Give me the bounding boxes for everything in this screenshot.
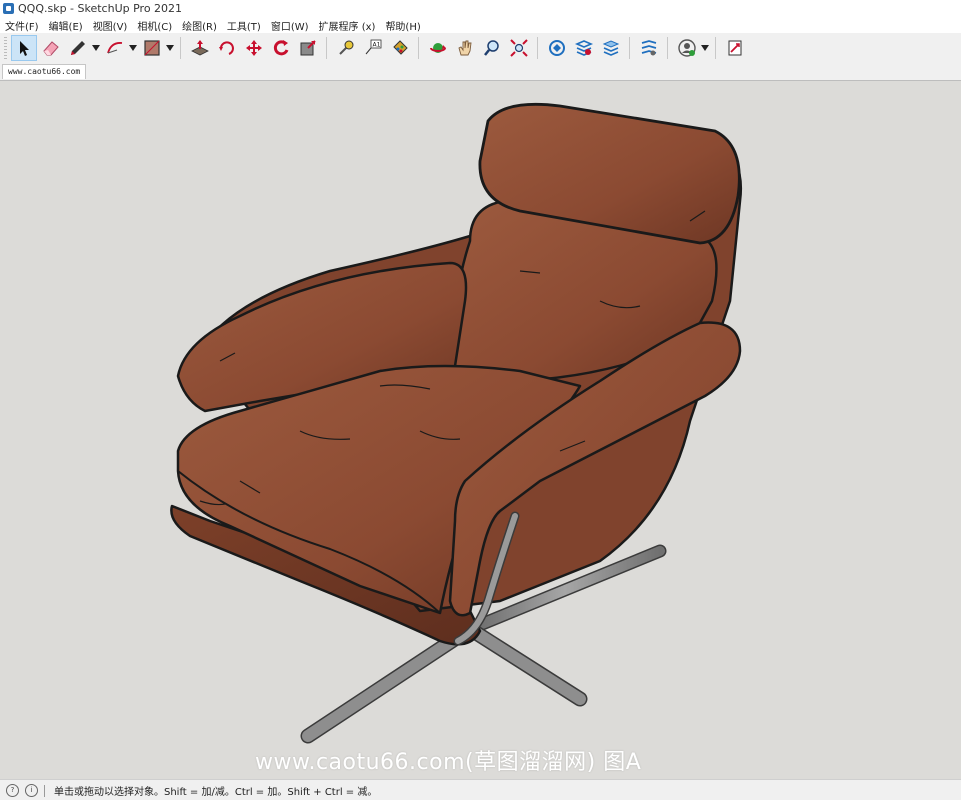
scene-tab-bar: www.caotu66.com bbox=[0, 62, 961, 79]
orbit-tool-button[interactable] bbox=[425, 35, 451, 61]
line-tool-button[interactable] bbox=[65, 35, 91, 61]
arc-tool-button[interactable] bbox=[102, 35, 128, 61]
follow-me-icon bbox=[273, 39, 288, 55]
push-pull-tool-button[interactable] bbox=[187, 35, 213, 61]
status-message: 单击或拖动以选择对象。Shift = 加/减。Ctrl = 加。Shift + … bbox=[54, 787, 378, 798]
toolbar-separator bbox=[537, 36, 538, 59]
warehouse-icon bbox=[548, 39, 565, 56]
menu-edit[interactable]: 编辑(E) bbox=[44, 18, 88, 33]
zoom-tool-button[interactable] bbox=[479, 35, 505, 61]
window-title: QQQ.skp - SketchUp Pro 2021 bbox=[18, 2, 183, 15]
send-to-layout-button[interactable] bbox=[722, 35, 748, 61]
svg-text:A1: A1 bbox=[372, 41, 380, 48]
status-separator bbox=[44, 784, 45, 797]
scale-tool-button[interactable] bbox=[295, 35, 321, 61]
sketchup-window: QQQ.skp - SketchUp Pro 2021 文件(F) 编辑(E) … bbox=[0, 0, 961, 800]
menu-extensions[interactable]: 扩展程序 (x) bbox=[314, 18, 381, 33]
rectangle-icon bbox=[143, 39, 160, 56]
line-tool-dropdown[interactable] bbox=[91, 35, 101, 61]
move-icon bbox=[245, 39, 262, 56]
menu-draw[interactable]: 绘图(R) bbox=[177, 18, 222, 33]
watermark-text: www.caotu66.com(草图溜溜网) 图A bbox=[255, 750, 642, 775]
toolbar-separator bbox=[418, 36, 419, 59]
extension-manager-icon bbox=[641, 39, 656, 55]
select-arrow-icon bbox=[19, 40, 29, 56]
toolbar-separator bbox=[715, 36, 716, 59]
menu-bar: 文件(F) 编辑(E) 视图(V) 相机(C) 绘图(R) 工具(T) 窗口(W… bbox=[0, 17, 961, 33]
chevron-down-icon bbox=[701, 44, 709, 51]
zoom-extents-icon bbox=[509, 38, 528, 57]
menu-view[interactable]: 视图(V) bbox=[88, 18, 133, 33]
paint-bucket-icon bbox=[392, 39, 408, 55]
paint-bucket-tool-button[interactable] bbox=[387, 35, 413, 61]
shape-tool-dropdown[interactable] bbox=[165, 35, 175, 61]
menu-window[interactable]: 窗口(W) bbox=[266, 18, 314, 33]
layout-icon bbox=[602, 39, 619, 56]
eraser-icon bbox=[42, 40, 59, 55]
rectangle-tool-button[interactable] bbox=[139, 35, 165, 61]
toolbar-separator bbox=[326, 36, 327, 59]
toolbar-separator bbox=[180, 36, 181, 59]
menu-camera[interactable]: 相机(C) bbox=[132, 18, 177, 33]
toolbar-separator bbox=[667, 36, 668, 59]
title-bar: QQQ.skp - SketchUp Pro 2021 bbox=[0, 0, 961, 17]
menu-tools[interactable]: 工具(T) bbox=[222, 18, 266, 33]
send-to-layout-icon bbox=[728, 40, 741, 55]
rotate-tool-button[interactable] bbox=[214, 35, 240, 61]
menu-help[interactable]: 帮助(H) bbox=[380, 18, 425, 33]
sketchup-app-icon bbox=[3, 3, 14, 14]
armchair-model bbox=[170, 102, 742, 744]
main-toolbar: A1 bbox=[0, 33, 961, 63]
text-label-icon: A1 bbox=[365, 39, 381, 54]
chevron-down-icon bbox=[166, 44, 174, 51]
pan-tool-button[interactable] bbox=[452, 35, 478, 61]
status-bar: ? i 单击或拖动以选择对象。Shift = 加/减。Ctrl = 加。Shif… bbox=[0, 779, 961, 800]
arc-icon bbox=[106, 41, 122, 53]
pencil-line-icon bbox=[70, 40, 85, 55]
tape-measure-icon bbox=[338, 40, 353, 55]
profile-dropdown[interactable] bbox=[700, 35, 710, 61]
rotate-icon bbox=[218, 40, 234, 55]
profile-button[interactable] bbox=[674, 35, 700, 61]
tape-measure-tool-button[interactable] bbox=[333, 35, 359, 61]
geolocation-icon[interactable]: ? bbox=[6, 784, 19, 797]
zoom-extents-tool-button[interactable] bbox=[506, 35, 532, 61]
layout-button[interactable] bbox=[598, 35, 624, 61]
extension-warehouse-icon bbox=[574, 39, 593, 56]
info-icon[interactable]: i bbox=[25, 784, 38, 797]
extension-warehouse-button[interactable] bbox=[571, 35, 597, 61]
arc-tool-dropdown[interactable] bbox=[128, 35, 138, 61]
toolbar-separator bbox=[629, 36, 630, 59]
select-tool-button[interactable] bbox=[10, 34, 37, 61]
chevron-down-icon bbox=[129, 44, 137, 51]
scale-icon bbox=[300, 39, 316, 55]
scene-tab[interactable]: www.caotu66.com bbox=[2, 64, 87, 79]
move-tool-button[interactable] bbox=[241, 35, 267, 61]
model-viewport[interactable]: www.caotu66.com(草图溜溜网) 图A bbox=[0, 80, 961, 780]
menu-file[interactable]: 文件(F) bbox=[0, 18, 44, 33]
eraser-tool-button[interactable] bbox=[38, 35, 64, 61]
3d-warehouse-button[interactable] bbox=[544, 35, 570, 61]
toolbar-grip[interactable] bbox=[4, 36, 7, 59]
text-tool-button[interactable]: A1 bbox=[360, 35, 386, 61]
chevron-down-icon bbox=[92, 44, 100, 51]
zoom-icon bbox=[483, 39, 499, 56]
push-pull-icon bbox=[190, 39, 209, 55]
orbit-icon bbox=[429, 42, 446, 53]
pan-hand-icon bbox=[457, 40, 472, 55]
follow-me-tool-button[interactable] bbox=[268, 35, 294, 61]
profile-icon bbox=[677, 38, 696, 57]
extension-manager-button[interactable] bbox=[636, 35, 662, 61]
